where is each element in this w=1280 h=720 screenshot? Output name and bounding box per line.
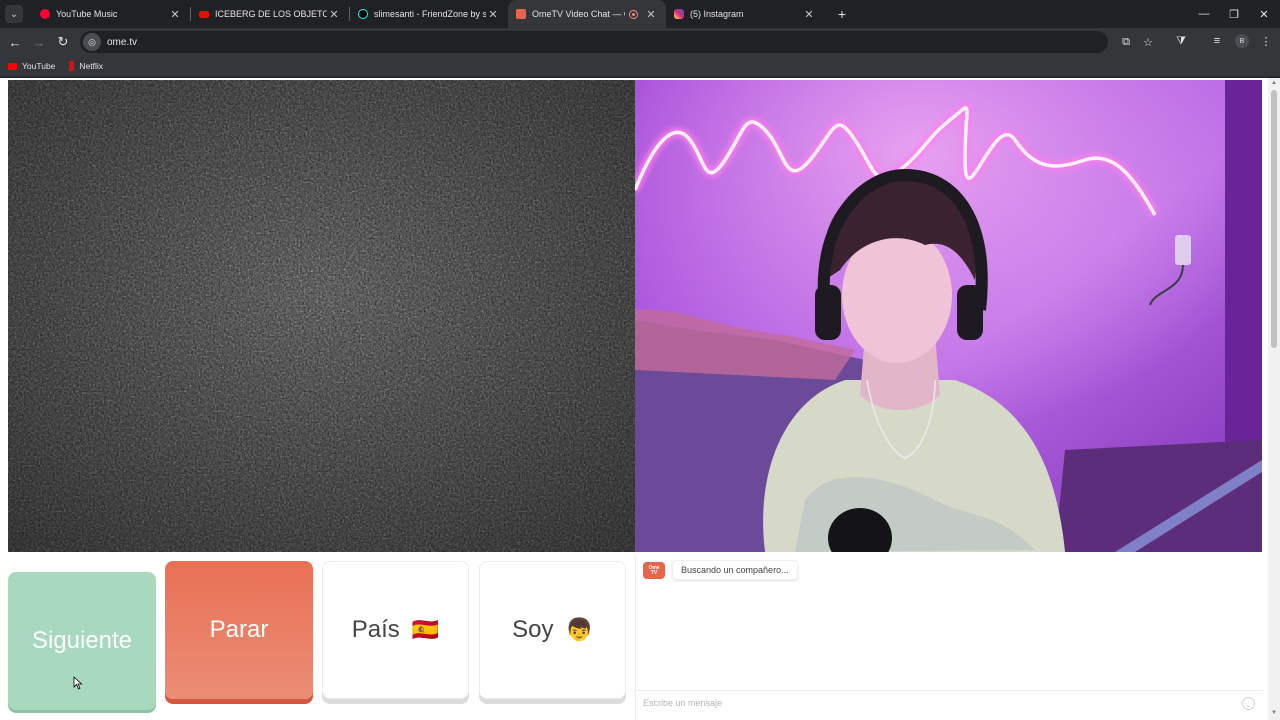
media-controls-icon[interactable]: ≡	[1206, 30, 1228, 52]
youtube-icon	[199, 10, 209, 18]
boy-face-icon: 👦	[565, 617, 593, 642]
tab-strip: ⌄ YouTube Music ✕ ICEBERG DE LOS OBJETOS…	[0, 0, 1280, 28]
url-text[interactable]: ome.tv	[107, 37, 137, 48]
gender-button-label: Soy	[512, 616, 554, 643]
forward-icon[interactable]: →	[27, 30, 51, 54]
video-noise	[8, 80, 635, 552]
page-scrollbar[interactable]: ▲ ▼	[1268, 78, 1280, 720]
tab-ometv[interactable]: OmeTV Video Chat — Ome ✕	[508, 0, 666, 28]
tab-title: OmeTV Video Chat — Ome	[532, 9, 625, 19]
chat-panel: Ome TV Buscando un compañero...	[635, 554, 1263, 720]
tab-title: YouTube Music	[56, 9, 118, 19]
address-bar[interactable]: ◎ ome.tv ⧉ ☆	[80, 31, 1153, 53]
tab-iceberg[interactable]: ICEBERG DE LOS OBJETOS PERDIDOS ✕	[191, 0, 349, 28]
youtube-icon	[8, 62, 17, 70]
close-icon[interactable]: ✕	[327, 7, 341, 21]
webcam-scene	[635, 80, 1262, 552]
country-button-label: País	[351, 616, 400, 643]
message-input-bar	[636, 690, 1263, 716]
message-input[interactable]	[643, 691, 1223, 715]
back-icon[interactable]: ←	[3, 30, 27, 54]
netflix-icon	[69, 61, 75, 71]
bookmarks-bar: YouTube Netflix	[0, 56, 1280, 77]
ometv-logo-icon: Ome TV	[643, 562, 665, 579]
tab-title: slimesanti - FriendZone by slimesanti	[374, 9, 486, 19]
browser-toolbar: ← → ↻ ◎ ome.tv ⧉ ☆ ⧩ ≡ B ⋮	[0, 28, 1280, 56]
scroll-up-icon[interactable]: ▲	[1271, 80, 1277, 86]
install-app-icon[interactable]: ⧉	[1117, 33, 1135, 51]
ometv-page: Siguiente Parar País 🇪🇸 Soy 👦 Ome TV Busc…	[0, 78, 1280, 720]
close-icon[interactable]: ✕	[644, 7, 658, 21]
new-tab-icon[interactable]: +	[832, 4, 852, 24]
tiktok-icon	[358, 9, 368, 19]
gender-button[interactable]: Soy 👦	[479, 561, 626, 699]
ometv-icon	[516, 9, 526, 19]
site-info-icon[interactable]: ◎	[83, 33, 101, 51]
reload-icon[interactable]: ↻	[51, 30, 75, 54]
status-message: Buscando un compañero...	[672, 560, 798, 580]
tab-youtube-music[interactable]: YouTube Music ✕	[32, 0, 190, 28]
minimize-icon[interactable]: —	[1188, 0, 1220, 28]
recording-icon	[629, 9, 638, 19]
self-camera-video	[635, 80, 1262, 552]
mouse-cursor-icon	[73, 676, 83, 690]
bookmark-star-icon[interactable]: ☆	[1139, 33, 1157, 51]
stop-button-label: Parar	[209, 616, 269, 643]
next-button-label: Siguiente	[31, 627, 133, 654]
stop-button[interactable]: Parar	[165, 561, 313, 699]
spain-flag-icon: 🇪🇸	[411, 617, 440, 642]
tab-instagram[interactable]: (5) Instagram ✕	[666, 0, 824, 28]
close-icon[interactable]: ✕	[168, 7, 182, 21]
youtube-music-icon	[40, 9, 50, 19]
tab-title: ICEBERG DE LOS OBJETOS PERDIDOS	[215, 9, 327, 19]
country-button[interactable]: País 🇪🇸	[322, 561, 469, 699]
bookmark-label: Netflix	[79, 61, 104, 71]
tab-search-icon[interactable]: ⌄	[5, 5, 23, 23]
close-icon[interactable]: ✕	[802, 7, 816, 21]
tab-title: (5) Instagram	[690, 9, 744, 19]
instagram-icon	[674, 9, 684, 19]
emoji-smile-icon[interactable]	[1242, 697, 1255, 710]
scroll-thumb[interactable]	[1271, 90, 1277, 348]
close-icon[interactable]: ✕	[486, 7, 500, 21]
restore-icon[interactable]: ❐	[1218, 0, 1250, 28]
partner-video-static	[8, 80, 635, 552]
logo-text: Ome TV	[648, 564, 660, 576]
profile-avatar[interactable]: B	[1235, 34, 1249, 48]
bookmark-netflix[interactable]: Netflix	[69, 61, 103, 71]
tab-tiktok[interactable]: slimesanti - FriendZone by slimesanti ✕	[350, 0, 508, 28]
bookmark-youtube[interactable]: YouTube	[8, 61, 55, 71]
scroll-down-icon[interactable]: ▼	[1271, 710, 1277, 716]
extensions-icon[interactable]: ⧩	[1170, 30, 1192, 52]
bookmark-label: YouTube	[22, 61, 56, 71]
window-close-icon[interactable]: ✕	[1248, 0, 1280, 28]
menu-icon[interactable]: ⋮	[1255, 30, 1277, 52]
